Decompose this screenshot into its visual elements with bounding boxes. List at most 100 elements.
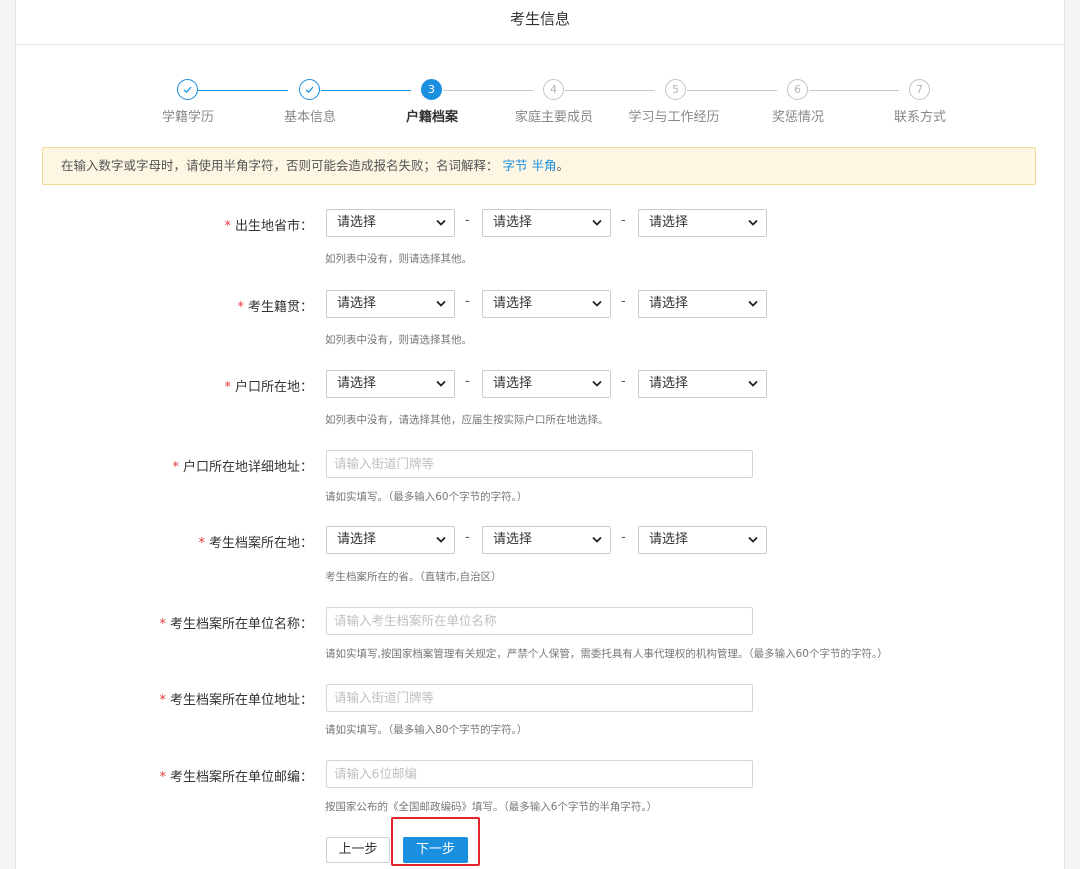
required-mark: *	[159, 770, 166, 785]
native-place-help: 如列表中没有，则请选择其他。	[325, 334, 472, 346]
halfwidth-definition-link[interactable]: 半角	[532, 158, 557, 173]
birthplace-city-select[interactable]: 请选择	[482, 209, 611, 237]
select-value: 请选择	[337, 376, 377, 391]
archive-unit-address-label-text: 考生档案所在单位地址：	[169, 693, 313, 708]
step-6-label: 奖惩情况	[771, 110, 824, 125]
chevron-down-icon	[592, 536, 602, 543]
birthplace-label-text: 出生地省市：	[234, 219, 313, 234]
select-value: 请选择	[337, 215, 377, 230]
hukou-label: * 户口所在地：	[0, 376, 313, 395]
chevron-down-icon	[436, 219, 446, 226]
select-value: 请选择	[337, 296, 377, 311]
archive-unit-name-label: * 考生档案所在单位名称：	[0, 613, 313, 632]
archive-unit-name-input[interactable]: 请输入考生档案所在单位名称	[326, 607, 753, 635]
hukou-county-select[interactable]: 请选择	[638, 370, 767, 398]
step-connector	[565, 90, 655, 91]
step-connector	[687, 90, 777, 91]
step-4-label: 家庭主要成员	[514, 110, 593, 125]
chevron-down-icon	[592, 380, 602, 387]
step-2-label: 基本信息	[283, 110, 336, 125]
birthplace-county-select[interactable]: 请选择	[638, 209, 767, 237]
step-3-label: 户籍档案	[405, 110, 458, 125]
archive-location-label-text: 考生档案所在地：	[208, 536, 313, 551]
archive-location-label: * 考生档案所在地：	[0, 532, 313, 551]
hukou-address-label-text: 户口所在地详细地址：	[182, 460, 313, 475]
chevron-down-icon	[748, 300, 758, 307]
step-2-check-icon	[299, 79, 320, 100]
select-value: 请选择	[493, 215, 533, 230]
byte-definition-link[interactable]: 字节	[503, 158, 528, 173]
chevron-down-icon	[592, 300, 602, 307]
form-panel: 考生信息 3 4 5 6 7 学籍学历 基本信息 户籍档案 家庭主要成员 学习与…	[15, 0, 1065, 869]
select-value: 请选择	[493, 376, 533, 391]
step-3-number: 3	[421, 79, 442, 100]
progress-steps: 3 4 5 6 7 学籍学历 基本信息 户籍档案 家庭主要成员 学习与工作经历 …	[16, 0, 1064, 130]
archive-unit-postcode-label-text: 考生档案所在单位邮编：	[169, 770, 313, 785]
step-6-number: 6	[787, 79, 808, 100]
chevron-down-icon	[592, 219, 602, 226]
step-5-label: 学习与工作经历	[628, 110, 720, 125]
separator: -	[621, 374, 626, 389]
notice-text: 在输入数字或字母时，请使用半角字符，否则可能会造成报名失败；名词解释：	[61, 158, 499, 173]
chevron-down-icon	[748, 536, 758, 543]
select-value: 请选择	[649, 376, 689, 391]
native-place-label: * 考生籍贯：	[0, 296, 313, 315]
step-7-number: 7	[909, 79, 930, 100]
notice-end: 。	[556, 158, 570, 173]
step-1-label: 学籍学历	[161, 110, 214, 125]
archive-unit-postcode-label: * 考生档案所在单位邮编：	[0, 766, 313, 785]
step-4-number: 4	[543, 79, 564, 100]
step-connector	[443, 90, 533, 91]
select-value: 请选择	[649, 532, 689, 547]
separator: -	[621, 294, 626, 309]
separator: -	[465, 213, 470, 228]
native-place-county-select[interactable]: 请选择	[638, 290, 767, 318]
step-connector	[198, 90, 288, 91]
step-1-check-icon	[177, 79, 198, 100]
chevron-down-icon	[748, 380, 758, 387]
hukou-province-select[interactable]: 请选择	[326, 370, 455, 398]
notice-banner: 在输入数字或字母时，请使用半角字符，否则可能会造成报名失败；名词解释： 字节 半…	[42, 147, 1036, 185]
hukou-address-label: * 户口所在地详细地址：	[0, 456, 313, 475]
archive-unit-address-label: * 考生档案所在单位地址：	[0, 689, 313, 708]
chevron-down-icon	[748, 219, 758, 226]
step-7-label: 联系方式	[893, 110, 946, 125]
chevron-down-icon	[436, 380, 446, 387]
native-place-label-text: 考生籍贯：	[247, 300, 313, 315]
next-step-highlight-box	[391, 817, 480, 866]
select-value: 请选择	[493, 532, 533, 547]
hukou-help: 如列表中没有，请选择其他，应届生按实际户口所在地选择。	[325, 414, 609, 426]
archive-unit-postcode-help: 按国家公布的《全国邮政编码》填写。（最多输入6个字节的半角字符。）	[325, 801, 658, 813]
archive-unit-postcode-input[interactable]: 请输入6位邮编	[326, 760, 753, 788]
required-mark: *	[159, 693, 166, 708]
birthplace-province-select[interactable]: 请选择	[326, 209, 455, 237]
separator: -	[465, 374, 470, 389]
hukou-city-select[interactable]: 请选择	[482, 370, 611, 398]
archive-unit-address-input[interactable]: 请输入街道门牌等	[326, 684, 753, 712]
archive-county-select[interactable]: 请选择	[638, 526, 767, 554]
required-mark: *	[159, 617, 166, 632]
required-mark: *	[224, 219, 231, 234]
select-value: 请选择	[337, 532, 377, 547]
step-connector	[809, 90, 899, 91]
required-mark: *	[224, 380, 231, 395]
separator: -	[621, 530, 626, 545]
archive-city-select[interactable]: 请选择	[482, 526, 611, 554]
archive-unit-name-label-text: 考生档案所在单位名称：	[169, 617, 313, 632]
archive-unit-name-help: 请如实填写,按国家档案管理有关规定，严禁个人保管，需委托具有人事代理权的机构管理…	[325, 648, 888, 660]
birthplace-label: * 出生地省市：	[0, 215, 313, 234]
previous-step-button[interactable]: 上一步	[326, 837, 390, 863]
select-value: 请选择	[649, 296, 689, 311]
native-place-province-select[interactable]: 请选择	[326, 290, 455, 318]
select-value: 请选择	[649, 215, 689, 230]
separator: -	[465, 294, 470, 309]
separator: -	[465, 530, 470, 545]
chevron-down-icon	[436, 300, 446, 307]
required-mark: *	[198, 536, 205, 551]
archive-province-select[interactable]: 请选择	[326, 526, 455, 554]
hukou-address-input[interactable]: 请输入街道门牌等	[326, 450, 753, 478]
step-5-number: 5	[665, 79, 686, 100]
select-value: 请选择	[493, 296, 533, 311]
native-place-city-select[interactable]: 请选择	[482, 290, 611, 318]
required-mark: *	[237, 300, 244, 315]
